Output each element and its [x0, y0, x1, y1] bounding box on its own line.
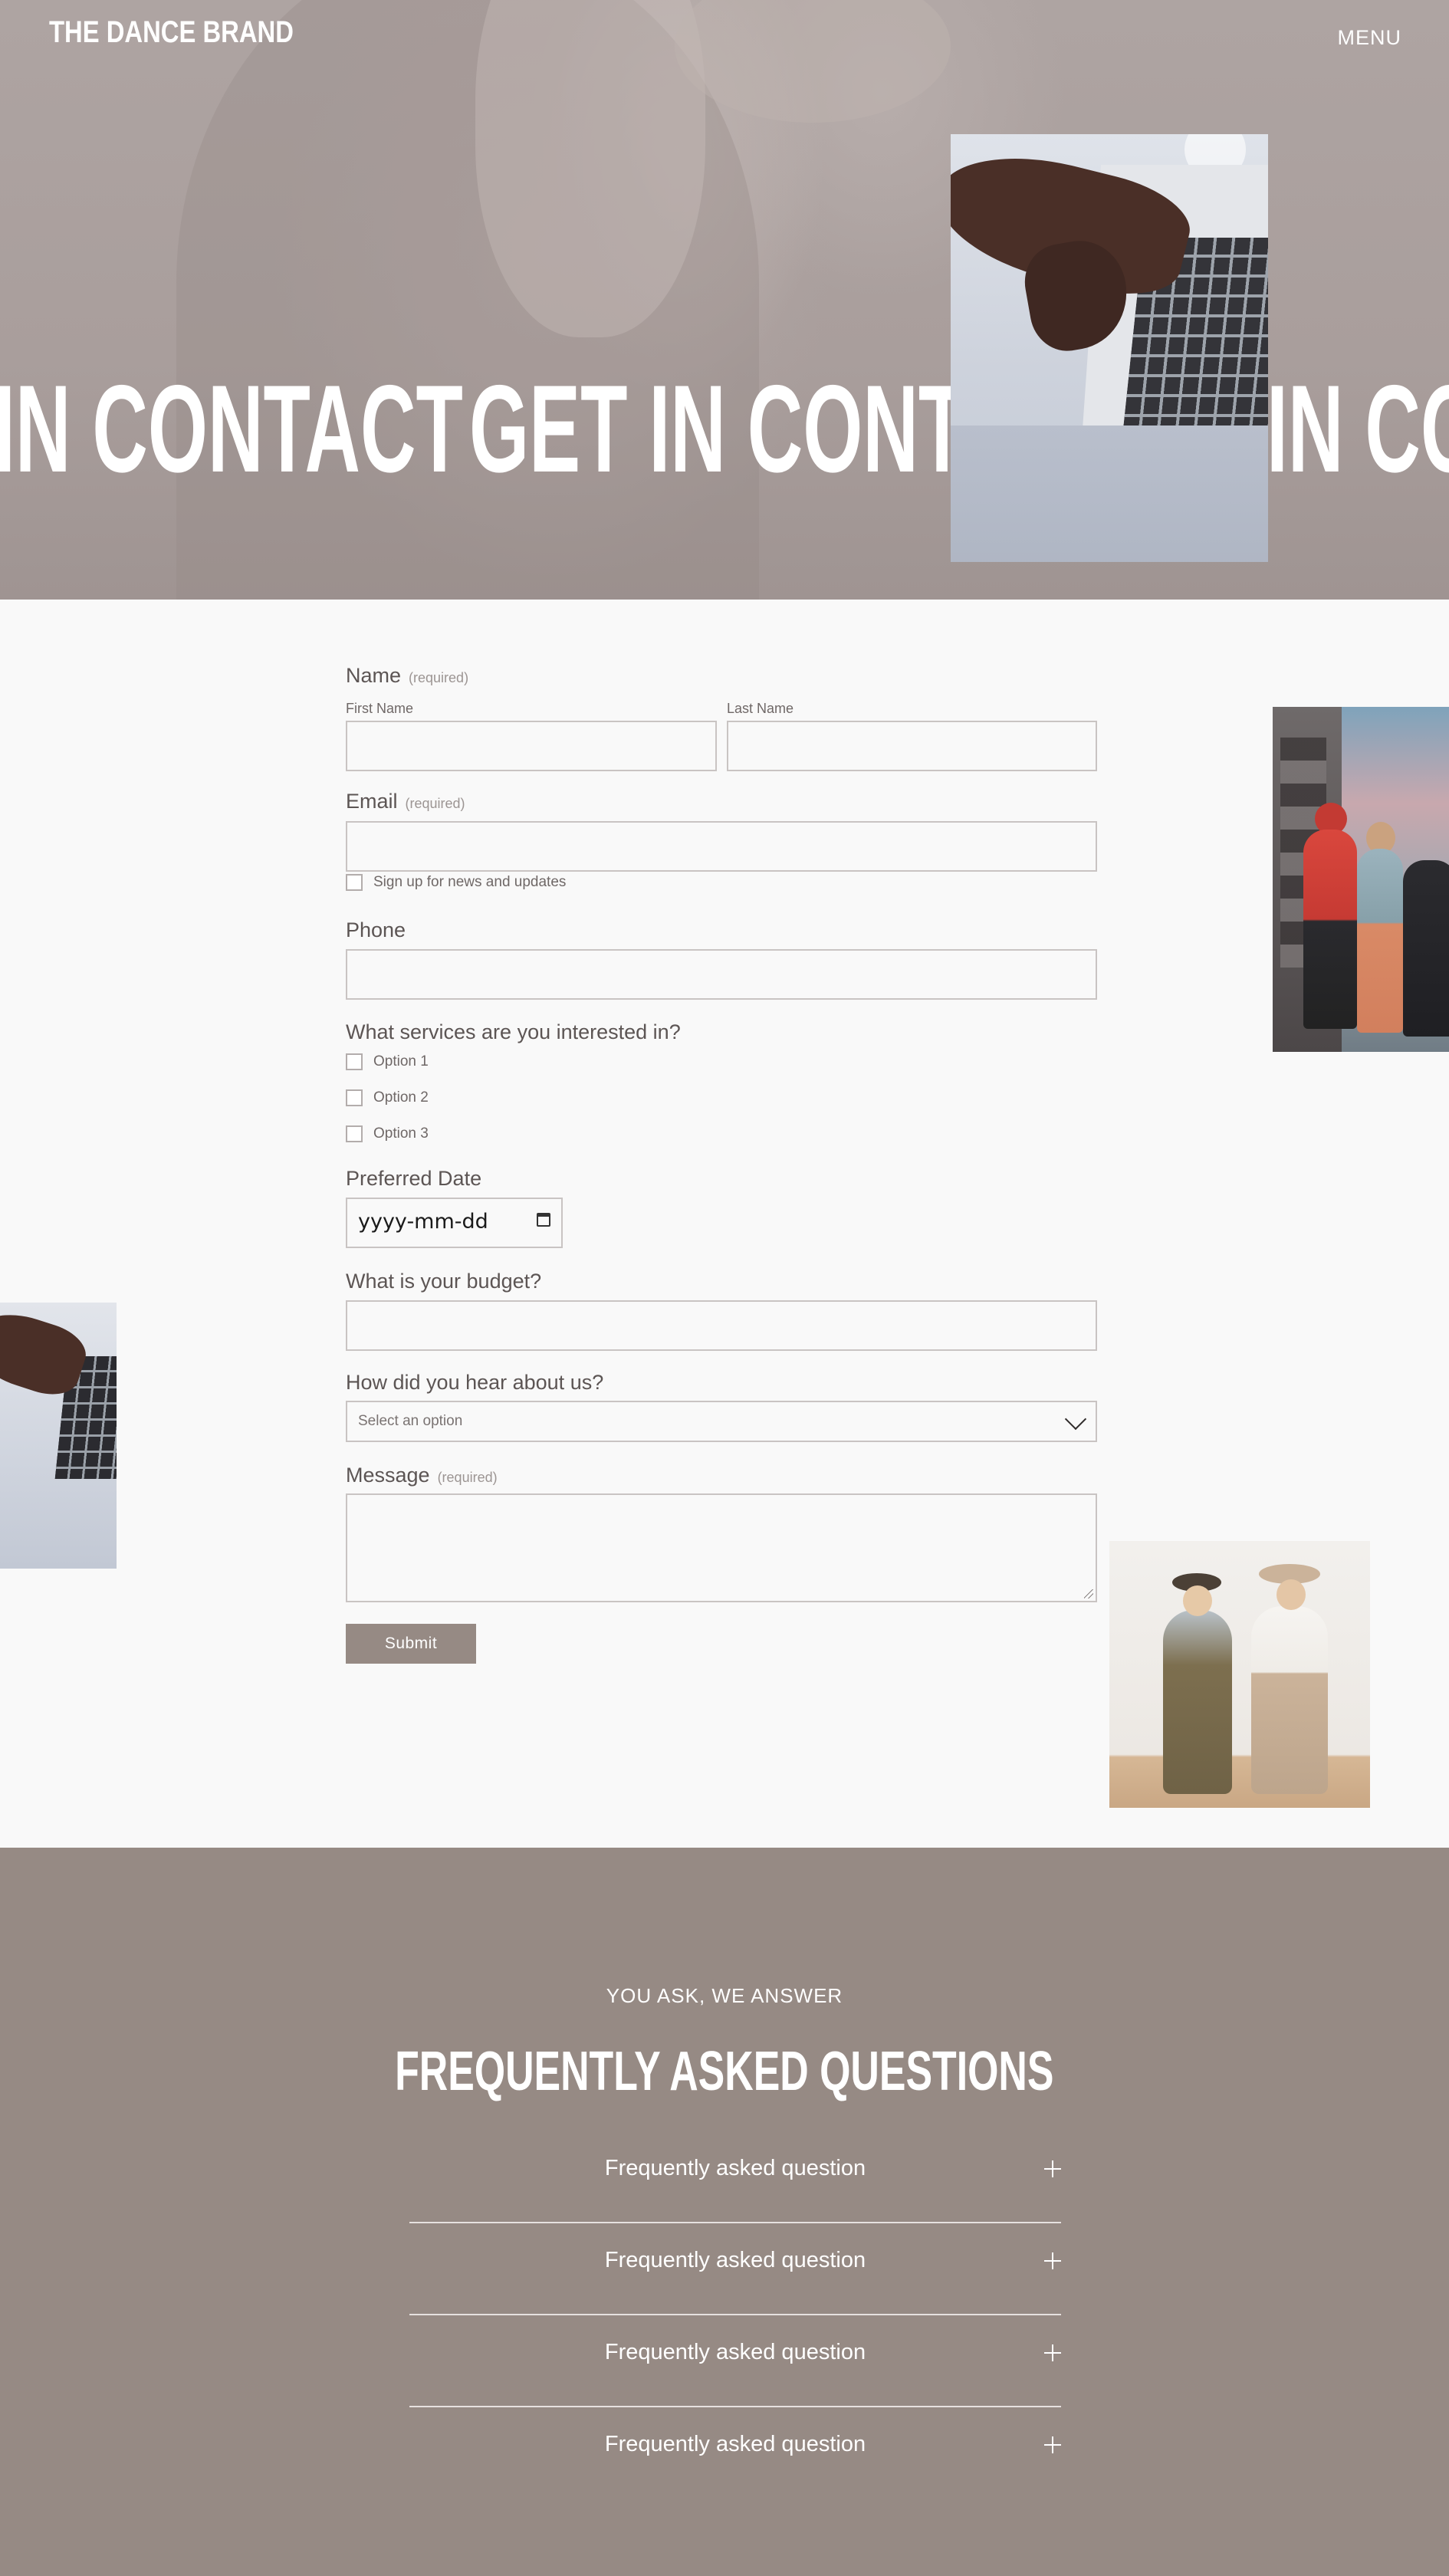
date-placeholder: yyyy-mm-dd — [358, 1210, 488, 1234]
source-selected-value: Select an option — [358, 1413, 463, 1429]
faq-item-4[interactable]: Frequently asked question — [409, 2406, 1061, 2498]
laptop-detail-photo — [0, 1303, 117, 1569]
hero-background-hair — [475, 0, 705, 337]
message-textarea[interactable] — [346, 1493, 1097, 1602]
source-select[interactable]: Select an option — [346, 1401, 1097, 1442]
first-name-label: First Name — [346, 701, 414, 716]
resize-handle-icon[interactable] — [1084, 1589, 1093, 1598]
message-label-text: Message — [346, 1464, 430, 1487]
chevron-down-icon — [1064, 1408, 1087, 1431]
service-checkbox-2[interactable] — [346, 1089, 363, 1106]
name-required: (required) — [409, 670, 469, 685]
menu-button[interactable]: MENU — [1338, 26, 1402, 50]
phone-field[interactable] — [346, 949, 1097, 1000]
plus-icon[interactable] — [1044, 2160, 1061, 2177]
service-checkbox-3[interactable] — [346, 1125, 363, 1142]
name-label: Name (required) — [346, 664, 468, 688]
photo-person-dark — [1403, 860, 1449, 1037]
brand-logo[interactable]: THE DANCE BRAND — [49, 15, 294, 50]
faq-question-1[interactable]: Frequently asked question — [409, 2130, 1061, 2206]
service-label-3: Option 3 — [373, 1125, 429, 1142]
services-label: What services are you interested in? — [346, 1020, 681, 1043]
submit-button[interactable]: Submit — [346, 1624, 476, 1664]
newsletter-checkbox[interactable] — [346, 874, 363, 891]
name-label-text: Name — [346, 664, 402, 687]
source-label: How did you hear about us? — [346, 1371, 604, 1394]
newsletter-label: Sign up for news and updates — [373, 874, 567, 890]
photo-person-blue — [1357, 849, 1403, 1033]
faq-question-2[interactable]: Frequently asked question — [409, 2222, 1061, 2298]
photo-face-right — [1276, 1579, 1306, 1610]
service-label-1: Option 1 — [373, 1053, 429, 1070]
photo-person-red — [1303, 830, 1357, 1029]
hero-laptop-photo — [951, 134, 1268, 562]
hero-section: THE DANCE BRAND MENU IN CONTACT GET IN C… — [0, 0, 1449, 600]
faq-question-4[interactable]: Frequently asked question — [409, 2406, 1061, 2482]
email-required: (required) — [405, 796, 465, 811]
marquee-text-3: IN CO — [1267, 368, 1449, 491]
budget-field[interactable] — [346, 1300, 1097, 1351]
plus-icon[interactable] — [1044, 2344, 1061, 2361]
message-required: (required) — [437, 1470, 498, 1485]
photo-person-right — [1251, 1606, 1328, 1794]
newsletter-option[interactable]: Sign up for news and updates — [346, 874, 566, 891]
service-option-3[interactable]: Option 3 — [346, 1125, 429, 1142]
email-field[interactable] — [346, 821, 1097, 872]
marquee-text-1: IN CONTACT — [0, 368, 463, 491]
faq-item-1[interactable]: Frequently asked question — [409, 2130, 1061, 2223]
photo-desk — [951, 426, 1268, 562]
service-option-2[interactable]: Option 2 — [346, 1089, 429, 1106]
budget-label: What is your budget? — [346, 1270, 542, 1293]
last-name-input[interactable] — [727, 721, 1097, 771]
first-name-input[interactable] — [346, 721, 717, 771]
email-label: Email (required) — [346, 790, 465, 813]
faq-title-text: FREQUENTLY ASKED QUESTIONS — [395, 2041, 1054, 2102]
service-option-1[interactable]: Option 1 — [346, 1053, 429, 1070]
service-label-2: Option 2 — [373, 1089, 429, 1106]
faq-item-3[interactable]: Frequently asked question — [409, 2314, 1061, 2407]
faq-title: FREQUENTLY ASKED QUESTIONS — [0, 2037, 1449, 2106]
faq-section: YOU ASK, WE ANSWER FREQUENTLY ASKED QUES… — [0, 1848, 1449, 2576]
service-checkbox-1[interactable] — [346, 1053, 363, 1070]
marquee-text-2: GET IN CONTA — [469, 368, 1016, 491]
date-input[interactable]: yyyy-mm-dd — [346, 1198, 563, 1248]
calendar-icon[interactable] — [537, 1213, 550, 1227]
photo-person-left — [1163, 1610, 1232, 1794]
faq-question-3[interactable]: Frequently asked question — [409, 2314, 1061, 2390]
email-label-text: Email — [346, 790, 398, 813]
faq-item-2[interactable]: Frequently asked question — [409, 2222, 1061, 2315]
plus-icon[interactable] — [1044, 2252, 1061, 2269]
message-label: Message (required) — [346, 1464, 498, 1487]
phone-label: Phone — [346, 918, 406, 941]
last-name-label: Last Name — [727, 701, 794, 716]
photo-face-left — [1183, 1585, 1212, 1616]
faq-eyebrow: YOU ASK, WE ANSWER — [606, 1984, 843, 2007]
date-label: Preferred Date — [346, 1167, 482, 1190]
street-style-photo — [1273, 707, 1449, 1052]
plus-icon[interactable] — [1044, 2436, 1061, 2453]
duo-photo — [1109, 1541, 1370, 1808]
